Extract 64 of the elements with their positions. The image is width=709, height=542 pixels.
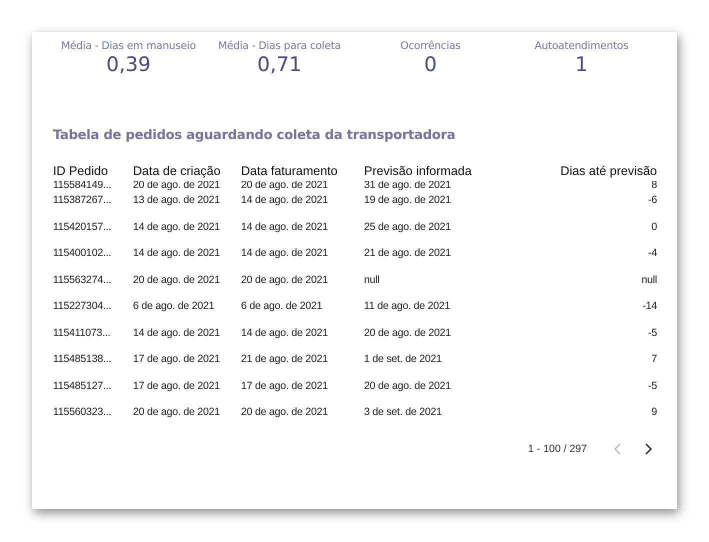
- table-cell: null: [364, 274, 380, 286]
- table-cell: 14 de ago. de 2021: [133, 247, 220, 259]
- column-header[interactable]: Data faturamento: [241, 164, 338, 178]
- metric-value: 1: [575, 52, 588, 76]
- table-cell: 1 de set. de 2021: [364, 353, 442, 365]
- table-cell: -4: [648, 247, 657, 259]
- table-cell: 19 de ago. de 2021: [364, 194, 451, 206]
- column-header[interactable]: ID Pedido: [53, 164, 108, 178]
- table-cell: 3 de set. de 2021: [364, 406, 442, 418]
- table-cell: 14 de ago. de 2021: [241, 326, 328, 338]
- column-header[interactable]: Data de criação: [133, 164, 221, 178]
- table-cell: 8: [651, 181, 657, 191]
- table-cell: 20 de ago. de 2021: [241, 274, 328, 286]
- metric-label: Autoatendimentos: [534, 40, 628, 52]
- table-cell: 13 de ago. de 2021: [133, 194, 220, 206]
- table-cell: -5: [648, 326, 657, 338]
- table-cell: 115420157...: [53, 220, 112, 232]
- table-cell: -5: [648, 380, 657, 392]
- table-cell: 6 de ago. de 2021: [241, 300, 322, 312]
- table-cell: 14 de ago. de 2021: [241, 247, 328, 259]
- table-cell: 20 de ago. de 2021: [133, 406, 220, 418]
- table-cell: 0: [651, 220, 657, 232]
- table-cell: 9: [651, 406, 657, 418]
- table-cell: 14 de ago. de 2021: [241, 220, 328, 232]
- table-cell: 115584149...: [53, 181, 112, 191]
- table-cell: -14: [642, 300, 657, 312]
- table-cell: 115387267...: [53, 194, 112, 206]
- table-cell: 21 de ago. de 2021: [241, 353, 328, 365]
- table-cell: 14 de ago. de 2021: [133, 220, 220, 232]
- table-cell: null: [641, 274, 657, 286]
- table-cell: 20 de ago. de 2021: [241, 406, 328, 418]
- table-cell: 115227304...: [53, 300, 112, 312]
- metric-value: 0,39: [106, 52, 151, 76]
- table-cell: 14 de ago. de 2021: [241, 194, 328, 206]
- column-header[interactable]: Dias até previsão: [560, 164, 657, 178]
- table-cell: 115411073...: [53, 326, 110, 338]
- table-cell: 115563274...: [53, 274, 112, 286]
- table-cell: -6: [648, 194, 657, 206]
- table-cell: 17 de ago. de 2021: [241, 380, 328, 392]
- table-cell: 17 de ago. de 2021: [133, 353, 220, 365]
- table-cell: 6 de ago. de 2021: [133, 300, 214, 312]
- table-cell: 7: [651, 353, 657, 365]
- metric-label: Ocorrências: [400, 40, 461, 52]
- metric-label: Média - Dias em manuseio: [61, 40, 196, 52]
- table-cell: 11 de ago. de 2021: [364, 300, 450, 312]
- table-cell: 20 de ago. de 2021: [133, 274, 220, 286]
- chevron-left-icon: [613, 442, 622, 454]
- chevron-right-icon: [644, 442, 653, 454]
- metric-value: 0: [424, 52, 437, 76]
- table-cell: 115485127...: [53, 380, 112, 392]
- table-cell: 20 de ago. de 2021: [364, 326, 451, 338]
- table-title: Tabela de pedidos aguardando coleta da transportadora: [53, 128, 456, 143]
- table-cell: 21 de ago. de 2021: [364, 247, 451, 259]
- pagination-range: 1 - 100 / 297: [528, 442, 587, 454]
- table-cell: 115560323...: [53, 406, 112, 418]
- metric-label: Média - Dias para coleta: [218, 40, 341, 52]
- column-header[interactable]: Previsão informada: [364, 164, 472, 178]
- table-cell: 25 de ago. de 2021: [364, 220, 451, 232]
- table-cell: 20 de ago. de 2021: [364, 380, 451, 392]
- metric-value: 0,71: [257, 52, 302, 76]
- table-cell: 115400102...: [53, 247, 112, 259]
- table-cell: 17 de ago. de 2021: [133, 380, 220, 392]
- table-cell: 14 de ago. de 2021: [133, 326, 220, 338]
- table-cell: 115485138...: [53, 353, 112, 365]
